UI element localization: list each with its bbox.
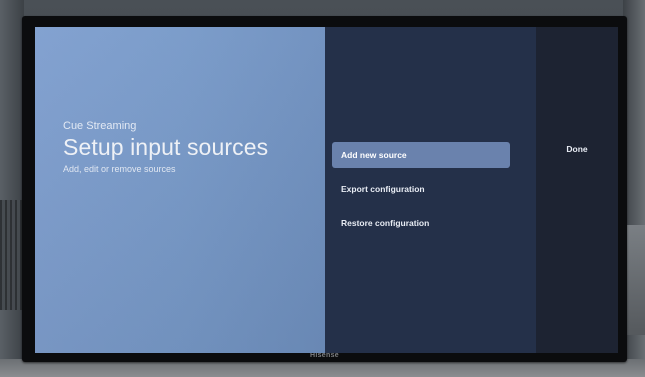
room-background: Hisense Cue Streaming Setup input source…	[0, 0, 645, 377]
app-name: Cue Streaming	[63, 120, 137, 132]
brand-logo: Hisense	[310, 352, 339, 359]
setup-text-block: Cue Streaming Setup input sources Add, e…	[63, 120, 268, 174]
menu-item-export-configuration[interactable]: Export configuration	[332, 176, 510, 202]
page-title: Setup input sources	[63, 134, 269, 160]
menu-item-add-new-source[interactable]: Add new source	[332, 142, 510, 168]
menu-item-restore-configuration[interactable]: Restore configuration	[332, 210, 510, 236]
tv-screen: Cue Streaming Setup input sources Add, e…	[35, 27, 618, 353]
setup-info-panel: Cue Streaming Setup input sources Add, e…	[35, 27, 325, 353]
wall-left	[0, 0, 24, 377]
action-side-panel: Done	[536, 27, 618, 353]
done-button[interactable]: Done	[536, 144, 618, 154]
page-subtitle: Add, edit or remove sources	[63, 164, 176, 174]
options-menu: Add new source Export configuration Rest…	[325, 27, 536, 353]
